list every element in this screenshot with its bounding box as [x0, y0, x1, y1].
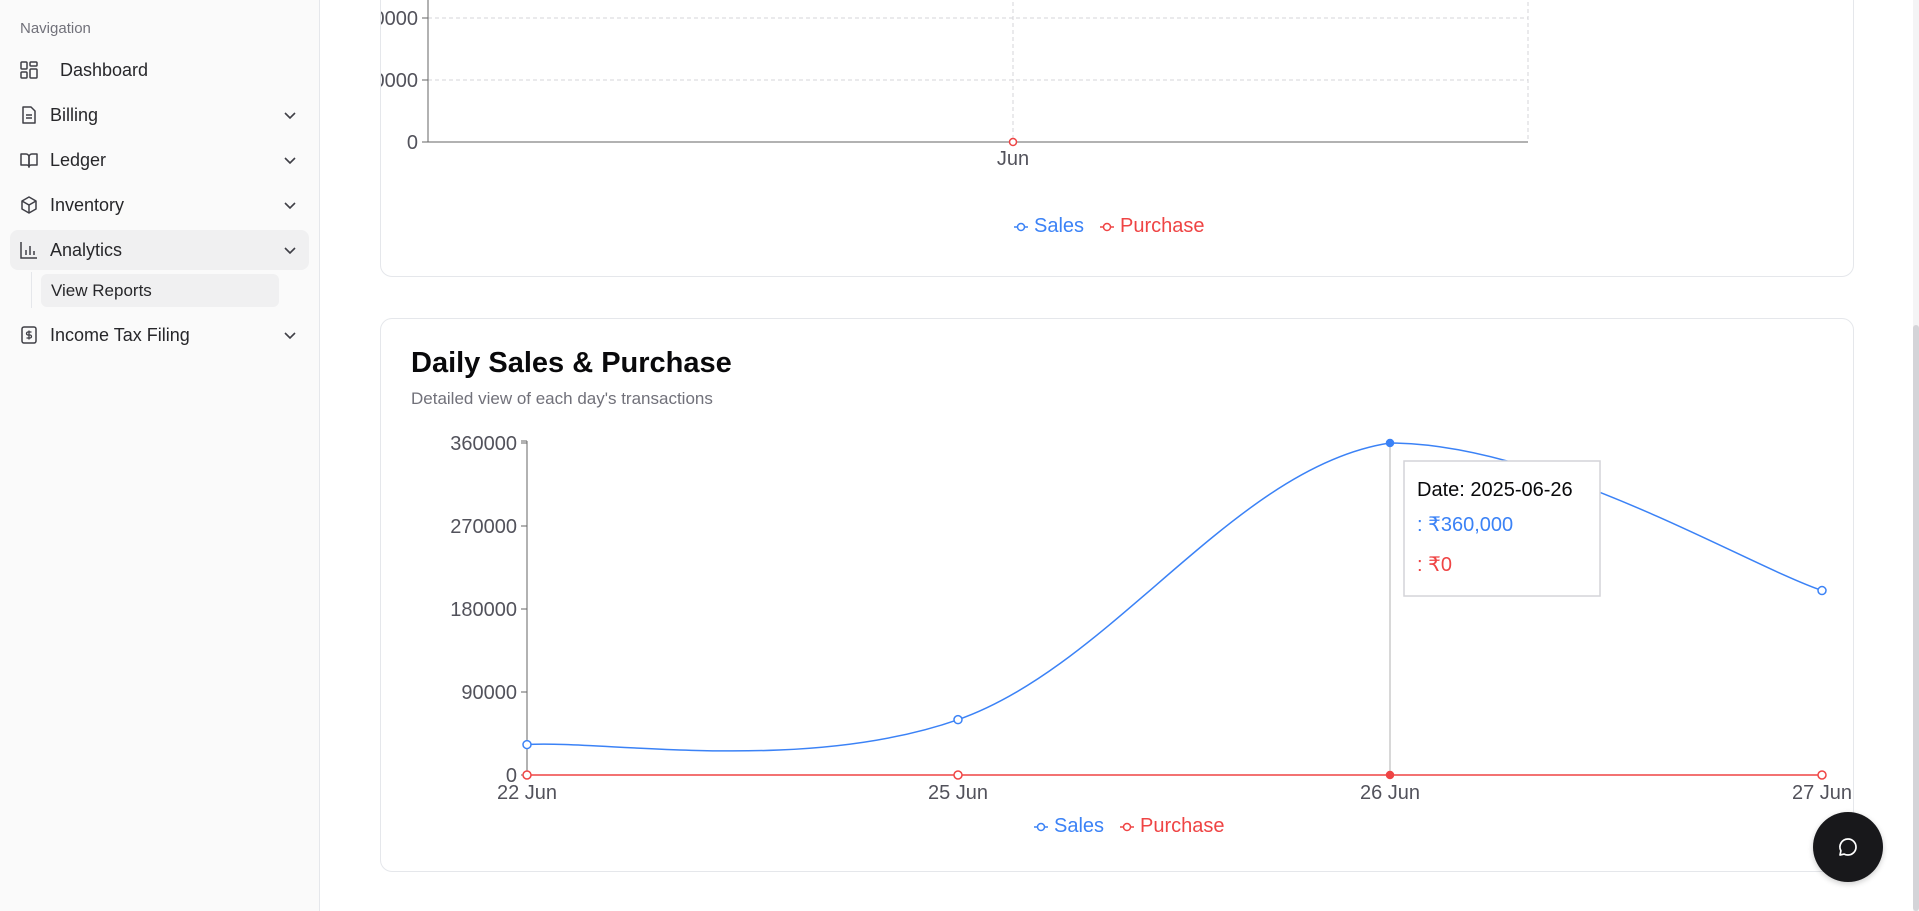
y-tick-label: 200000	[381, 70, 418, 92]
data-point-purchase	[953, 770, 963, 780]
scrollbar-thumb[interactable]	[1913, 325, 1919, 911]
data-point-sales	[522, 739, 532, 750]
legend-purchase-icon	[1100, 222, 1114, 232]
legend-purchase-label[interactable]: Purchase	[1120, 215, 1205, 237]
sidebar-item-label: Ledger	[50, 150, 107, 170]
daily-chart-card: Daily Sales & Purchase Detailed view of …	[380, 318, 1854, 872]
y-tick-label: 270000	[450, 516, 517, 538]
data-point-sales	[1385, 438, 1395, 448]
data-point-purchase	[1008, 137, 1018, 147]
legend-sales-label[interactable]: Sales	[1034, 215, 1084, 237]
chevron-down-icon	[284, 202, 296, 210]
book-open-icon	[20, 153, 38, 168]
nav-heading: Navigation	[20, 20, 91, 37]
legend-sales-icon	[1034, 822, 1048, 832]
chevron-down-icon	[284, 157, 296, 165]
legend-purchase-label[interactable]: Purchase	[1140, 815, 1225, 837]
daily-legend: Sales Purchase	[1034, 815, 1225, 837]
x-tick-label: 22 Jun	[497, 782, 557, 804]
series-line-sales	[526, 442, 1823, 752]
chat-icon	[1839, 838, 1857, 856]
legend-sales-label[interactable]: Sales	[1054, 815, 1104, 837]
y-tick-label: 400000	[381, 8, 418, 30]
chart-tooltip: Date: 2025-06-26 : ₹360,000 : ₹0	[1403, 460, 1601, 597]
chevron-down-icon	[284, 112, 296, 120]
tooltip-sales: : ₹360,000	[1417, 514, 1513, 536]
sidebar-item-label: Income Tax Filing	[50, 325, 190, 345]
x-tick-label: 25 Jun	[928, 782, 988, 804]
x-tick-label: Jun	[997, 148, 1029, 170]
monthly-legend: Sales Purchase	[1014, 215, 1205, 237]
data-point-sales	[953, 714, 963, 725]
monthly-chart: 0 200000 400000 Jun Sales Purchase	[381, 0, 1529, 237]
y-tick-label: 90000	[461, 682, 517, 704]
y-tick-label: 360000	[450, 433, 517, 455]
scrollbar[interactable]	[1913, 0, 1919, 911]
legend-sales-icon	[1014, 222, 1028, 232]
dollar-file-icon	[21, 326, 37, 344]
sidebar-item-view-reports[interactable]: View Reports	[41, 274, 279, 307]
chevron-down-icon	[284, 332, 296, 340]
daily-chart: 09000018000027000036000022 Jun 25 Jun 26 J…	[450, 433, 1852, 837]
sidebar-item-dashboard[interactable]: Dashboard	[10, 50, 309, 90]
sidebar-item-analytics[interactable]: Analytics	[10, 230, 309, 270]
data-point-purchase	[1817, 770, 1827, 780]
sidebar-item-label: Analytics	[50, 240, 123, 260]
y-tick-label: 0	[407, 132, 418, 154]
sidebar-item-ledger[interactable]: Ledger	[10, 140, 309, 180]
tooltip-date: Date: 2025-06-26	[1417, 479, 1573, 501]
legend-purchase-icon	[1120, 822, 1134, 832]
tooltip-purchase: : ₹0	[1417, 554, 1452, 576]
chevron-down-icon	[284, 247, 296, 255]
x-tick-label: 27 Jun	[1792, 782, 1852, 804]
sidebar-item-income-tax-filing[interactable]: Income Tax Filing	[10, 315, 309, 355]
chat-button[interactable]	[1813, 812, 1883, 882]
sidebar-item-label: Inventory	[50, 195, 125, 215]
sidebar-item-label: Billing	[50, 105, 99, 125]
grid-icon	[20, 61, 38, 79]
sidebar-item-billing[interactable]: Billing	[10, 95, 309, 135]
data-point-purchase	[1385, 770, 1395, 780]
submenu-rail	[31, 272, 32, 308]
file-text-icon	[22, 106, 36, 124]
data-point-sales	[1817, 585, 1827, 596]
sidebar-item-inventory[interactable]: Inventory	[10, 185, 309, 225]
data-point-purchase	[522, 770, 532, 780]
package-icon	[21, 196, 37, 214]
monthly-chart-card: 0 200000 400000 Jun Sales Purchase	[380, 0, 1854, 277]
x-tick-label: 26 Jun	[1360, 782, 1420, 804]
sidebar: Navigation Dashboard Billing Ledger Inve…	[0, 0, 320, 911]
y-tick-label: 180000	[450, 599, 517, 621]
sidebar-item-label: Dashboard	[60, 60, 149, 80]
bar-chart-icon	[20, 242, 37, 259]
